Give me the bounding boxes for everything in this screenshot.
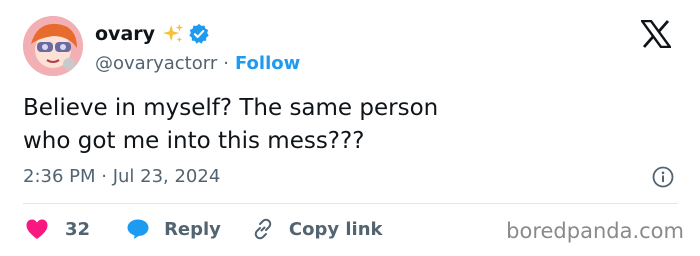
x-logo-icon[interactable]: [639, 19, 673, 49]
reply-button[interactable]: Reply: [126, 218, 221, 240]
handle-row: @ovaryactorr · Follow: [95, 50, 300, 76]
avatar-image: [23, 16, 83, 76]
copy-link-label: Copy link: [288, 218, 383, 240]
display-name[interactable]: ovary: [95, 23, 155, 45]
follow-button[interactable]: Follow: [235, 53, 300, 74]
action-bar: 32 Reply Copy link: [25, 216, 383, 242]
like-count: 32: [65, 218, 91, 240]
info-icon[interactable]: [652, 166, 674, 188]
heart-icon: [25, 218, 49, 240]
speech-bubble-icon: [126, 218, 150, 240]
watermark: boredpanda.com: [506, 219, 684, 243]
tweet-timestamp[interactable]: 2:36 PM · Jul 23, 2024: [23, 166, 220, 187]
sparkles-emoji-icon: [162, 23, 184, 45]
reply-label: Reply: [164, 218, 221, 240]
name-row: ovary: [95, 20, 300, 48]
divider: [23, 203, 678, 204]
verified-badge-icon[interactable]: [188, 23, 210, 45]
tweet-text-line: Believe in myself? The same person: [23, 95, 439, 121]
tweet-text: Believe in myself? The same person who g…: [23, 92, 623, 158]
link-icon: [251, 217, 275, 241]
avatar[interactable]: [23, 16, 83, 76]
copy-link-button[interactable]: Copy link: [251, 217, 383, 241]
tweet-header: ovary @ovaryactorr · Follow: [95, 20, 300, 76]
handle[interactable]: @ovaryactorr: [95, 53, 217, 74]
like-button[interactable]: 32: [25, 218, 90, 240]
tweet-text-line: who got me into this mess???: [23, 128, 365, 154]
separator-dot: ·: [223, 52, 229, 74]
